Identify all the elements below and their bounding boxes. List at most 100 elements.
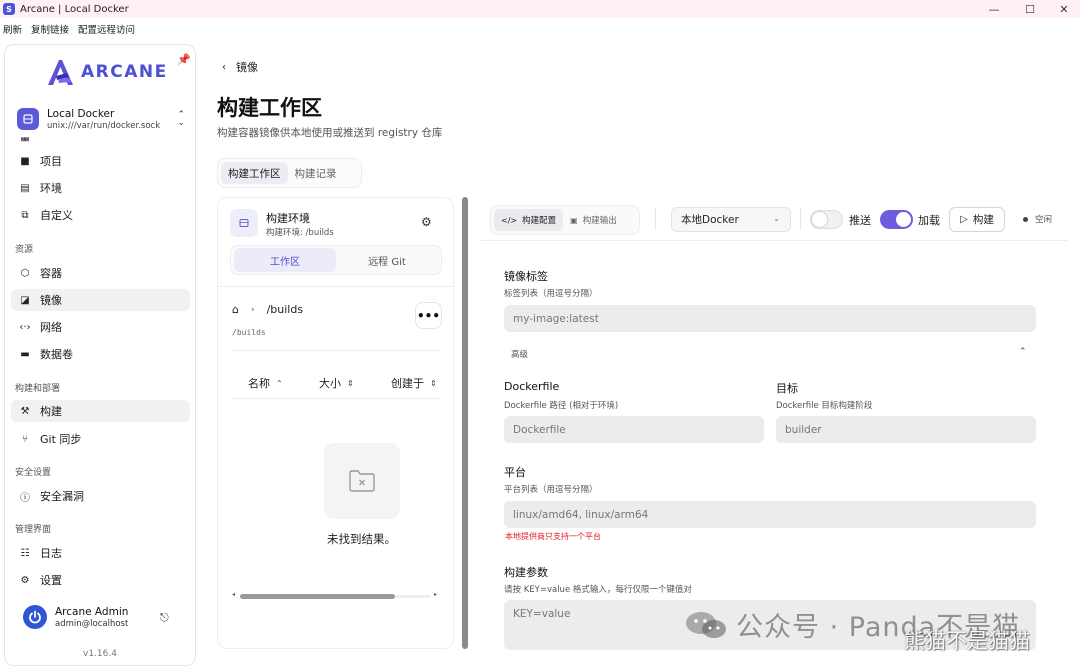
app-version: v1.16.4 (83, 649, 117, 659)
sidebar-item-logs[interactable]: ☷ 日志 (11, 542, 190, 564)
build-config-tabs: </> 构建配置 ▣ 构建输出 (490, 205, 640, 235)
code-icon: </> (501, 215, 518, 225)
platform-warning: 本地提供商只支持一个平台 (505, 532, 601, 541)
network-icon: ‹·› (19, 321, 31, 333)
sidebar-item-build[interactable]: ⚒ 构建 (11, 400, 190, 422)
divider (800, 208, 801, 230)
sidebar-item-customize[interactable]: ⧉ 自定义 (11, 204, 190, 226)
docker-target-select[interactable]: 本地Docker ⌄ (671, 207, 791, 232)
build-button[interactable]: ▷ 构建 (949, 207, 1005, 232)
wechat-logo-icon (686, 611, 726, 638)
tab-build-history[interactable]: 构建记录 (288, 162, 344, 184)
app-icon: S (3, 3, 15, 15)
advanced-toggle[interactable]: 高级 (511, 348, 528, 360)
breadcrumb-path[interactable]: /builds (267, 303, 304, 316)
toggle-knob (812, 212, 827, 227)
gear-icon[interactable]: ⚙ (421, 215, 432, 229)
empty-folder-icon (324, 443, 400, 519)
tab-build-output[interactable]: ▣ 构建输出 (563, 209, 624, 231)
sidebar-item-label: 容器 (40, 267, 62, 280)
tab-build-config[interactable]: </> 构建配置 (494, 209, 564, 231)
platform-input[interactable]: linux/amd64, linux/arm64 (504, 501, 1036, 528)
minimize-button[interactable]: — (976, 0, 1012, 18)
maximize-button[interactable]: ☐ (1012, 0, 1048, 18)
image-tags-input[interactable]: my-image:latest (504, 305, 1036, 332)
page-tabs: 构建工作区 构建记录 (217, 158, 362, 188)
status-dot-icon (1023, 216, 1028, 222)
window-titlebar: S Arcane | Local Docker — ☐ ✕ (0, 0, 1080, 18)
menu-copy-link[interactable]: 复制链接 (31, 22, 69, 36)
column-created-label: 创建于 (391, 377, 424, 390)
environment-switcher[interactable]: Local Docker unix:///var/run/docker.sock… (13, 101, 189, 137)
dockerfile-input[interactable]: Dockerfile (504, 416, 764, 443)
git-icon: ⑂ (22, 433, 28, 445)
sidebar-item-label: 数据卷 (40, 348, 73, 361)
build-status: 空闲 (1023, 213, 1052, 225)
target-input[interactable]: builder (776, 416, 1036, 443)
hammer-icon: ⚒ (20, 405, 30, 417)
divider (218, 286, 453, 287)
build-env-title: 构建环境 (266, 212, 310, 225)
workspace-tabs: 工作区 远程 Git (230, 245, 442, 275)
column-size-label: 大小 (319, 377, 341, 390)
logout-icon[interactable]: ⎋ (160, 611, 169, 625)
image-tags-hint: 标签列表（用逗号分隔） (504, 289, 598, 299)
chevron-down-icon: ⌄ (773, 214, 780, 223)
user-name: Arcane Admin (55, 605, 129, 618)
sort-icon: ⇕ (347, 378, 354, 388)
sidebar-item-label: 镜像 (40, 294, 62, 307)
column-name[interactable]: 名称 ⌃ (248, 375, 283, 391)
scroll-right-icon[interactable]: ▸ (434, 591, 437, 598)
sidebar-item-label: Git 同步 (40, 433, 82, 446)
scroll-left-icon[interactable]: ◂ (232, 591, 235, 598)
home-icon[interactable]: ⌂ (232, 303, 239, 316)
back-label: 镜像 (236, 61, 258, 74)
menu-remote-access[interactable]: 配置远程访问 (78, 22, 135, 36)
divider (655, 208, 656, 230)
dockerfile-label: Dockerfile (504, 380, 560, 393)
sidebar-item-images[interactable]: ◪ 镜像 (11, 289, 190, 311)
power-icon (29, 610, 41, 624)
terminal-icon: ▣ (570, 215, 578, 225)
push-toggle[interactable] (810, 210, 843, 229)
sidebar: ARCANE 📌 Local Docker unix:///var/run/do… (4, 44, 196, 666)
sidebar-item-settings[interactable]: ⚙ 设置 (11, 569, 190, 591)
volume-icon: ▬ (20, 348, 30, 360)
tab-build-workspace[interactable]: 构建工作区 (221, 162, 288, 184)
breadcrumb: ⌂ › /builds (232, 303, 303, 316)
sidebar-item-label: 网络 (40, 321, 62, 334)
column-size[interactable]: 大小 ⇕ (319, 375, 354, 391)
column-created[interactable]: 创建于 ⇕ (391, 375, 437, 391)
arcane-logo[interactable]: ARCANE (45, 57, 168, 87)
push-label: 推送 (849, 214, 871, 227)
docker-env-icon (17, 108, 39, 130)
sidebar-item-label: 项目 (40, 155, 62, 168)
sidebar-item-networks[interactable]: ‹·› 网络 (11, 316, 190, 338)
scrollbar-thumb[interactable] (240, 594, 395, 599)
sidebar-item-git-sync[interactable]: ⑂ Git 同步 (11, 428, 190, 450)
sidebar-item-vulnerabilities[interactable]: ⓘ 安全漏洞 (11, 485, 190, 507)
sidebar-item-environments[interactable]: ▤ 环境 (11, 177, 190, 199)
user-card[interactable]: Arcane Admin admin@localhost (23, 605, 128, 629)
sidebar-item-volumes[interactable]: ▬ 数据卷 (11, 343, 190, 365)
sidebar-item-containers[interactable]: ⬡ 容器 (11, 262, 190, 284)
build-args-hint: 请按 KEY=value 格式输入，每行仅限一个键值对 (504, 585, 692, 595)
tab-remote-git[interactable]: 远程 Git (336, 248, 438, 272)
divider (232, 398, 442, 399)
more-actions-button[interactable]: ••• (415, 302, 442, 329)
sidebar-item-label: 环境 (40, 182, 62, 195)
vertical-scrollbar[interactable] (462, 197, 468, 649)
load-label: 加载 (918, 214, 940, 227)
close-button[interactable]: ✕ (1046, 0, 1080, 18)
docker-target-value: 本地Docker (681, 214, 739, 226)
horizontal-scrollbar[interactable]: ◂ ▸ (232, 591, 438, 599)
sidebar-item-label: 设置 (40, 574, 62, 587)
load-toggle[interactable] (880, 210, 913, 229)
back-link[interactable]: ‹ 镜像 (222, 59, 258, 75)
menu-refresh[interactable]: 刷新 (3, 22, 22, 36)
tab-workspace[interactable]: 工作区 (234, 248, 336, 272)
sidebar-item-projects[interactable]: ■ 项目 (11, 150, 190, 172)
menubar: 刷新 复制链接 配置远程访问 (0, 18, 1080, 40)
pin-icon[interactable]: 📌 (177, 53, 191, 66)
chevron-up-icon[interactable]: ⌃ (1019, 347, 1027, 357)
